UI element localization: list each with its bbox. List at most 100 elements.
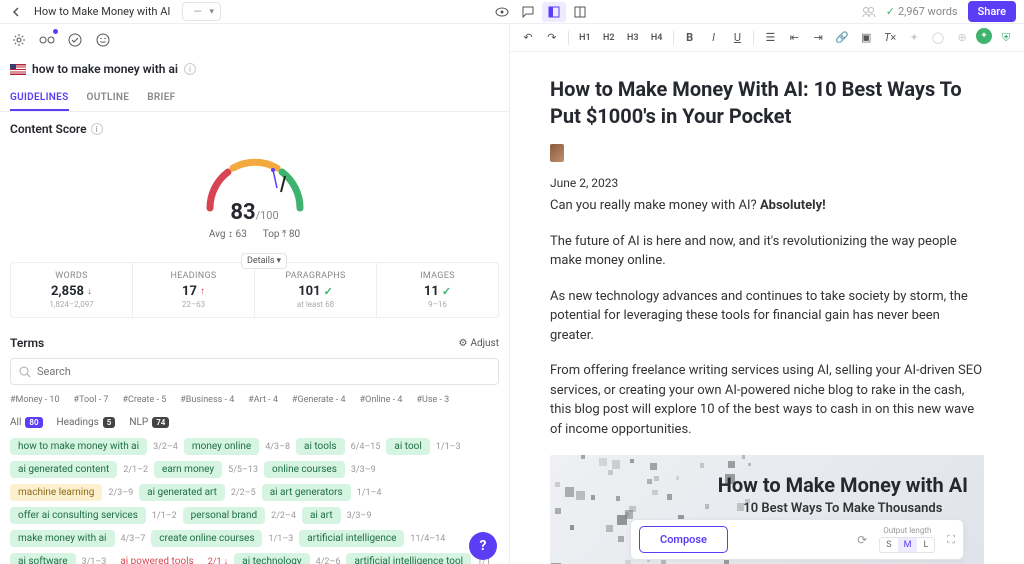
indent-button[interactable]: ⇥	[808, 28, 828, 48]
expand-icon[interactable]: ⛶	[947, 533, 955, 547]
term-item[interactable]: machine learning2/3–9	[10, 484, 133, 501]
hashtag[interactable]: #Create - 5	[123, 395, 167, 405]
doc-dropdown[interactable]: —	[182, 2, 221, 21]
term-item[interactable]: make money with ai4/3–7	[10, 530, 145, 547]
link-button[interactable]: 🔗	[832, 28, 852, 48]
h1-button[interactable]: H1	[575, 28, 595, 48]
term-item[interactable]: create online courses1/1–3	[151, 530, 293, 547]
columns-icon[interactable]	[568, 2, 592, 22]
hashtag[interactable]: #Business - 4	[180, 395, 234, 405]
clear-format-button[interactable]: T×	[880, 28, 900, 48]
term-item[interactable]: artificial intelligence tool1/1	[346, 553, 490, 564]
stat-paragraphs: PARAGRAPHS101✓at least 68	[254, 263, 376, 317]
term-item[interactable]: ai powered tools2/1 ↓	[112, 553, 228, 564]
word-count: ✓2,967 words	[886, 5, 958, 18]
sparkle-icon[interactable]: ✦	[904, 28, 924, 48]
article-date[interactable]: June 2, 2023	[550, 176, 984, 190]
score-gauge	[195, 148, 315, 218]
undo-icon[interactable]: ↶	[518, 28, 538, 48]
term-item[interactable]: how to make money with ai3/2–4	[10, 438, 178, 455]
side-panel-icon[interactable]	[542, 2, 566, 22]
stat-words: WORDS2,858↓1,824–2,097	[11, 263, 132, 317]
terms-title: Terms	[10, 336, 44, 350]
filter-nlp[interactable]: NLP74	[129, 417, 169, 428]
score-comparison: Avg ↕ 63 Top ⤒ 80	[209, 229, 300, 240]
term-item[interactable]: earn money5/5–13	[154, 461, 258, 478]
adjust-button[interactable]: ⚙ Adjust	[459, 338, 499, 349]
gear-icon[interactable]	[10, 31, 28, 49]
paragraph[interactable]: Can you really make money with AI? Absol…	[550, 196, 984, 216]
smile-icon[interactable]	[94, 31, 112, 49]
info-icon[interactable]: i	[91, 123, 103, 135]
stat-images: IMAGES11✓9–16	[376, 263, 498, 317]
term-item[interactable]: ai art generators1/1–4	[262, 484, 382, 501]
paragraph[interactable]: As new technology advances and continues…	[550, 287, 984, 346]
hashtag[interactable]: #Tool - 7	[74, 395, 109, 405]
term-item[interactable]: online courses3/3–9	[264, 461, 376, 478]
tab-brief[interactable]: BRIEF	[147, 86, 175, 111]
search-input[interactable]	[10, 358, 499, 385]
term-item[interactable]: money online4/3–8	[184, 438, 290, 455]
doc-title: How to Make Money with AI	[34, 5, 170, 18]
term-item[interactable]: ai tool1/1–3	[386, 438, 460, 455]
term-item[interactable]: ai generated content2/1–2	[10, 461, 148, 478]
info-icon[interactable]: i	[184, 63, 196, 75]
h2-button[interactable]: H2	[599, 28, 619, 48]
hashtag[interactable]: #Art - 4	[248, 395, 278, 405]
term-item[interactable]: artificial intelligence11/4–14	[299, 530, 445, 547]
outdent-button[interactable]: ⇤	[784, 28, 804, 48]
term-item[interactable]: ai generated art2/2–5	[139, 484, 256, 501]
list-button[interactable]: ☰	[760, 28, 780, 48]
output-length-label: Output length	[883, 526, 931, 535]
tab-outline[interactable]: OUTLINE	[87, 86, 130, 111]
status-badge[interactable]: ✦	[976, 28, 992, 44]
collaborator-avatars[interactable]	[862, 6, 876, 18]
help-fab[interactable]: ?	[469, 532, 497, 560]
stat-headings: HEADINGS17↑22–63	[132, 263, 254, 317]
paragraph[interactable]: The future of AI is here and now, and it…	[550, 232, 984, 271]
hashtag-list: #Money - 10 #Tool - 7 #Create - 5 #Business…	[10, 395, 499, 405]
shield-icon[interactable]: ⛨	[996, 28, 1016, 48]
flag-icon	[10, 64, 26, 75]
filter-all[interactable]: All80	[10, 417, 43, 428]
back-button[interactable]	[8, 3, 26, 21]
redo-icon[interactable]: ↷	[542, 28, 562, 48]
link-icon[interactable]	[38, 31, 56, 49]
eye-icon[interactable]	[490, 2, 514, 22]
search-icon	[19, 366, 31, 378]
image-button[interactable]: ▣	[856, 28, 876, 48]
compose-button[interactable]: Compose	[639, 526, 728, 553]
author-avatar	[550, 144, 564, 162]
compose-bar: Compose ⟳ Output length SML ⛶	[630, 519, 964, 560]
h3-button[interactable]: H3	[623, 28, 643, 48]
italic-button[interactable]: I	[704, 28, 724, 48]
terms-list: how to make money with ai3/2–4 money onli…	[10, 438, 499, 564]
chat-icon[interactable]	[516, 2, 540, 22]
article-title[interactable]: How to Make Money With AI: 10 Best Ways …	[550, 76, 984, 130]
hashtag[interactable]: #Online - 4	[360, 395, 403, 405]
hashtag[interactable]: #Use - 3	[416, 395, 449, 405]
bold-button[interactable]: B	[680, 28, 700, 48]
h4-button[interactable]: H4	[647, 28, 667, 48]
hashtag[interactable]: #Money - 10	[10, 395, 60, 405]
circle-check-icon[interactable]: ◯	[928, 28, 948, 48]
tab-guidelines[interactable]: GUIDELINES	[10, 86, 69, 111]
globe-icon[interactable]: ⊕	[952, 28, 972, 48]
content-score-label: Content Scorei	[10, 122, 499, 136]
term-item[interactable]: offer ai consulting services1/1–2	[10, 507, 177, 524]
underline-button[interactable]: U	[728, 28, 748, 48]
term-item[interactable]: ai software3/1–3	[10, 553, 106, 564]
details-button[interactable]: Details ▾	[241, 253, 287, 269]
hashtag[interactable]: #Generate - 4	[292, 395, 346, 405]
output-length-toggle[interactable]: SML	[879, 537, 935, 553]
term-item[interactable]: ai technology4/2–6	[234, 553, 340, 564]
share-button[interactable]: Share	[968, 1, 1016, 22]
target-keyword: how to make money with ai	[32, 62, 178, 76]
check-circle-icon[interactable]	[66, 31, 84, 49]
term-item[interactable]: ai tools6/4–15	[296, 438, 380, 455]
paragraph[interactable]: From offering freelance writing services…	[550, 361, 984, 439]
refresh-icon[interactable]: ⟳	[857, 533, 867, 547]
term-item[interactable]: ai art3/3–9	[302, 507, 372, 524]
term-item[interactable]: personal brand2/2–4	[183, 507, 296, 524]
filter-headings[interactable]: Headings5	[57, 417, 116, 428]
